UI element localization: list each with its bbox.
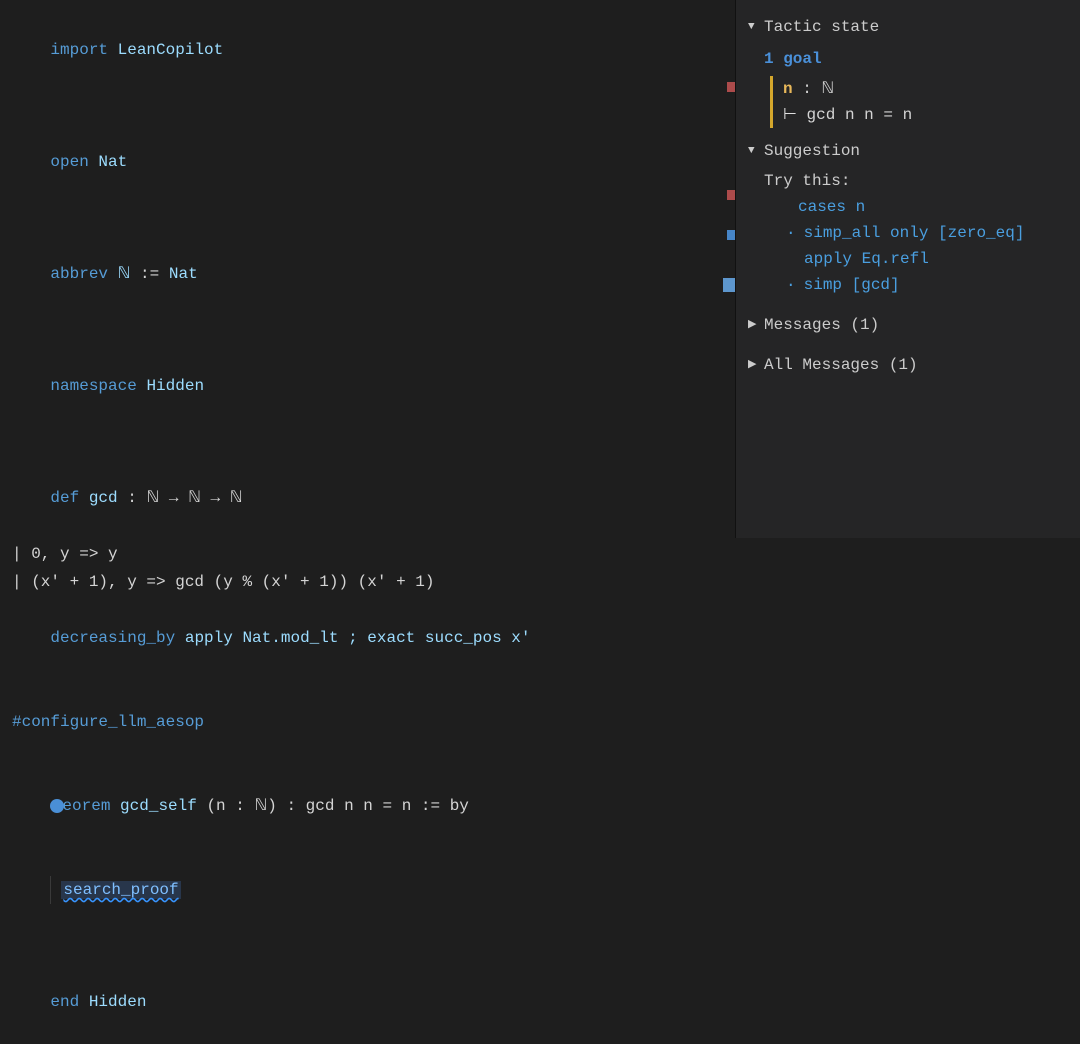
suggestion-main[interactable]: cases n (798, 198, 865, 216)
hyp-name: n (783, 80, 793, 98)
hyp-type: : ℕ (802, 80, 834, 98)
messages-section[interactable]: ▶ Messages (1) (748, 312, 1066, 338)
namespace-name: Hidden (146, 377, 204, 395)
open-ns: Nat (98, 153, 127, 171)
op-assign: := (140, 265, 159, 283)
kw-end: end (50, 993, 79, 1011)
directive-configure: #configure_llm_aesop (12, 713, 204, 731)
abbrev-name: ℕ (118, 265, 131, 283)
decreasing-body: apply Nat.mod_lt ; exact succ_pos x' (185, 629, 531, 647)
match-arm-2: | (x' + 1), y => gcd (y % (x' + 1)) (x' … (12, 573, 434, 591)
overview-ruler[interactable] (727, 0, 735, 538)
triangle-down-icon: ▼ (748, 14, 760, 40)
all-messages-title: All Messages (1) (764, 352, 918, 378)
tactic-state-section[interactable]: ▼ Tactic state (748, 14, 1066, 40)
tactic-search-proof[interactable]: search_proof (61, 881, 180, 899)
goal-count: 1 goal (764, 46, 1066, 72)
kw-def: def (50, 489, 79, 507)
def-name: gcd (89, 489, 118, 507)
code-editor[interactable]: import LeanCopilot open Nat abbrev ℕ := … (0, 0, 735, 538)
lean-infoview: ▼ Tactic state 1 goal n : ℕ ⊢ gcd n n = … (735, 0, 1080, 538)
triangle-down-icon: ▼ (748, 138, 760, 164)
triangle-right-icon: ▶ (748, 352, 760, 378)
triangle-right-icon: ▶ (748, 312, 760, 338)
kw-theorem: eorem (62, 797, 110, 815)
end-name: Hidden (89, 993, 147, 1011)
suggestion-sub-1[interactable]: apply Eq.refl (804, 246, 1066, 272)
hypothesis-line: n : ℕ (783, 76, 1066, 102)
kw-namespace: namespace (50, 377, 136, 395)
gutter-info-icon[interactable] (50, 797, 62, 815)
kw-open: open (50, 153, 88, 171)
goal-line: ⊢ gcd n n = n (783, 102, 1066, 128)
suggestion-title: Suggestion (764, 138, 860, 164)
def-sig: : ℕ → ℕ → ℕ (127, 489, 242, 507)
tactic-state-title: Tactic state (764, 14, 879, 40)
theorem-name: gcd_self (120, 797, 197, 815)
suggestion-section[interactable]: ▼ Suggestion (748, 138, 1066, 164)
try-this-label: Try this: (764, 168, 1066, 194)
suggestion-bullet-1[interactable]: ·simp_all only [zero_eq] (786, 220, 1066, 246)
goal-body: n : ℕ ⊢ gcd n n = n (770, 76, 1066, 128)
all-messages-section[interactable]: ▶ All Messages (1) (748, 352, 1066, 378)
kw-import: import (50, 41, 108, 59)
goal-expr: gcd n n = n (807, 106, 913, 124)
kw-decreasing: decreasing_by (50, 629, 175, 647)
messages-title: Messages (1) (764, 312, 879, 338)
match-arm-1: | 0, y => y (12, 545, 118, 563)
theorem-sig: (n : ℕ) : gcd n n = n := by (206, 797, 468, 815)
kw-abbrev: abbrev (50, 265, 108, 283)
abbrev-rhs: Nat (169, 265, 198, 283)
suggestion-body: Try this: cases n ·simp_all only [zero_e… (764, 168, 1066, 298)
turnstile-icon: ⊢ (783, 106, 797, 124)
import-module: LeanCopilot (118, 41, 224, 59)
suggestion-bullet-2[interactable]: ·simp [gcd] (786, 272, 1066, 298)
